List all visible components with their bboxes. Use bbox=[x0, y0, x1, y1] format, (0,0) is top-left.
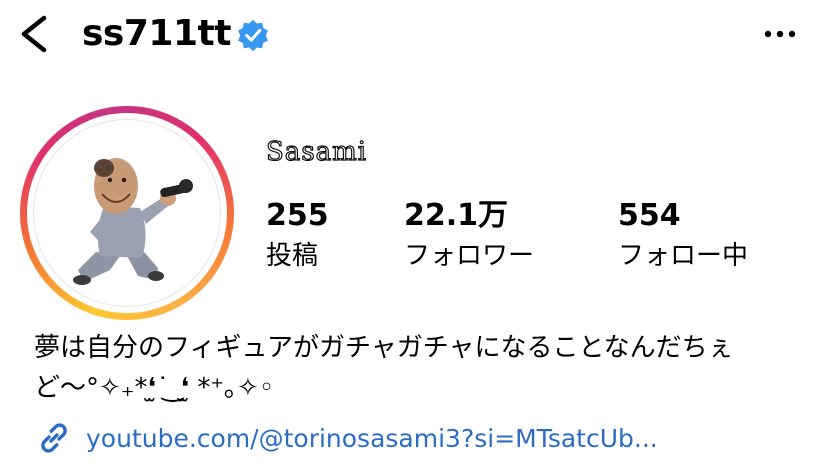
more-options-button[interactable] bbox=[762, 20, 798, 48]
profile-page: ss711tt Sasami 255 投稿 22.1万 フォロワー 554 フォ… bbox=[0, 0, 840, 464]
story-ring[interactable] bbox=[20, 106, 234, 320]
following-stat[interactable]: 554 フォロー中 bbox=[618, 196, 748, 274]
bio: 夢は自分のフィギュアがガチャガチャになることなんだちぇ ど〜°✧₊*❛̫ ͘ ͜… bbox=[34, 328, 824, 408]
top-bar: ss711tt bbox=[0, 0, 840, 76]
followers-stat[interactable]: 22.1万 フォロワー bbox=[404, 196, 534, 274]
link-text[interactable]: youtube.com/@torinosasami3?si=MTsatcUb..… bbox=[86, 424, 658, 453]
profile-link[interactable]: youtube.com/@torinosasami3?si=MTsatcUb..… bbox=[36, 418, 658, 458]
avatar bbox=[33, 119, 221, 307]
ellipsis-icon bbox=[764, 30, 796, 38]
posts-label: 投稿 bbox=[266, 241, 319, 271]
avatar-figure-image bbox=[73, 158, 193, 285]
posts-stat[interactable]: 255 投稿 bbox=[266, 196, 329, 274]
username: ss711tt bbox=[82, 13, 231, 54]
chevron-left-icon bbox=[21, 15, 47, 53]
followers-count: 22.1万 bbox=[404, 198, 509, 233]
following-count: 554 bbox=[618, 198, 681, 233]
bio-line: ど〜°✧₊*❛̫ ͘ ͜ ❛̫ *⁺｡✧◦ bbox=[34, 373, 275, 403]
link-icon bbox=[41, 423, 67, 453]
back-button[interactable] bbox=[14, 12, 54, 56]
posts-count: 255 bbox=[266, 198, 329, 233]
display-name: Sasami bbox=[265, 136, 368, 167]
verified-badge-icon bbox=[238, 19, 268, 52]
following-label: フォロー中 bbox=[618, 241, 749, 271]
bio-line: 夢は自分のフィギュアがガチャガチャになることなんだちぇ bbox=[34, 333, 734, 363]
followers-label: フォロワー bbox=[404, 241, 535, 271]
